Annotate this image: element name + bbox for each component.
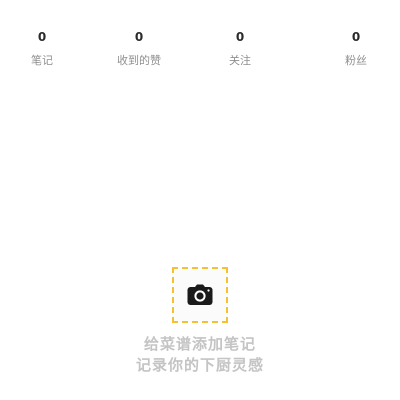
stat-followers[interactable]: 0 粉丝 <box>316 30 396 67</box>
stat-followers-count: 0 <box>351 30 361 44</box>
stat-notes-count: 0 <box>37 30 47 44</box>
stat-following-count: 0 <box>235 30 245 44</box>
stat-likes-label: 收到的赞 <box>117 54 161 67</box>
add-note-hint-line2: 记录你的下厨灵感 <box>135 356 264 374</box>
stat-following-label: 关注 <box>229 54 251 67</box>
stat-likes-received[interactable]: 0 收到的赞 <box>99 30 179 67</box>
add-note-button[interactable] <box>172 267 228 323</box>
profile-stats-bar: 0 笔记 0 收到的赞 0 关注 0 粉丝 <box>0 30 400 70</box>
camera-icon <box>187 284 213 305</box>
stat-following[interactable]: 0 关注 <box>200 30 280 67</box>
stat-followers-label: 粉丝 <box>345 54 367 67</box>
stat-notes-label: 笔记 <box>31 54 53 67</box>
stat-likes-count: 0 <box>134 30 144 44</box>
add-note-hint-line1: 给菜谱添加笔记 <box>143 335 256 353</box>
stat-notes[interactable]: 0 笔记 <box>2 30 82 67</box>
